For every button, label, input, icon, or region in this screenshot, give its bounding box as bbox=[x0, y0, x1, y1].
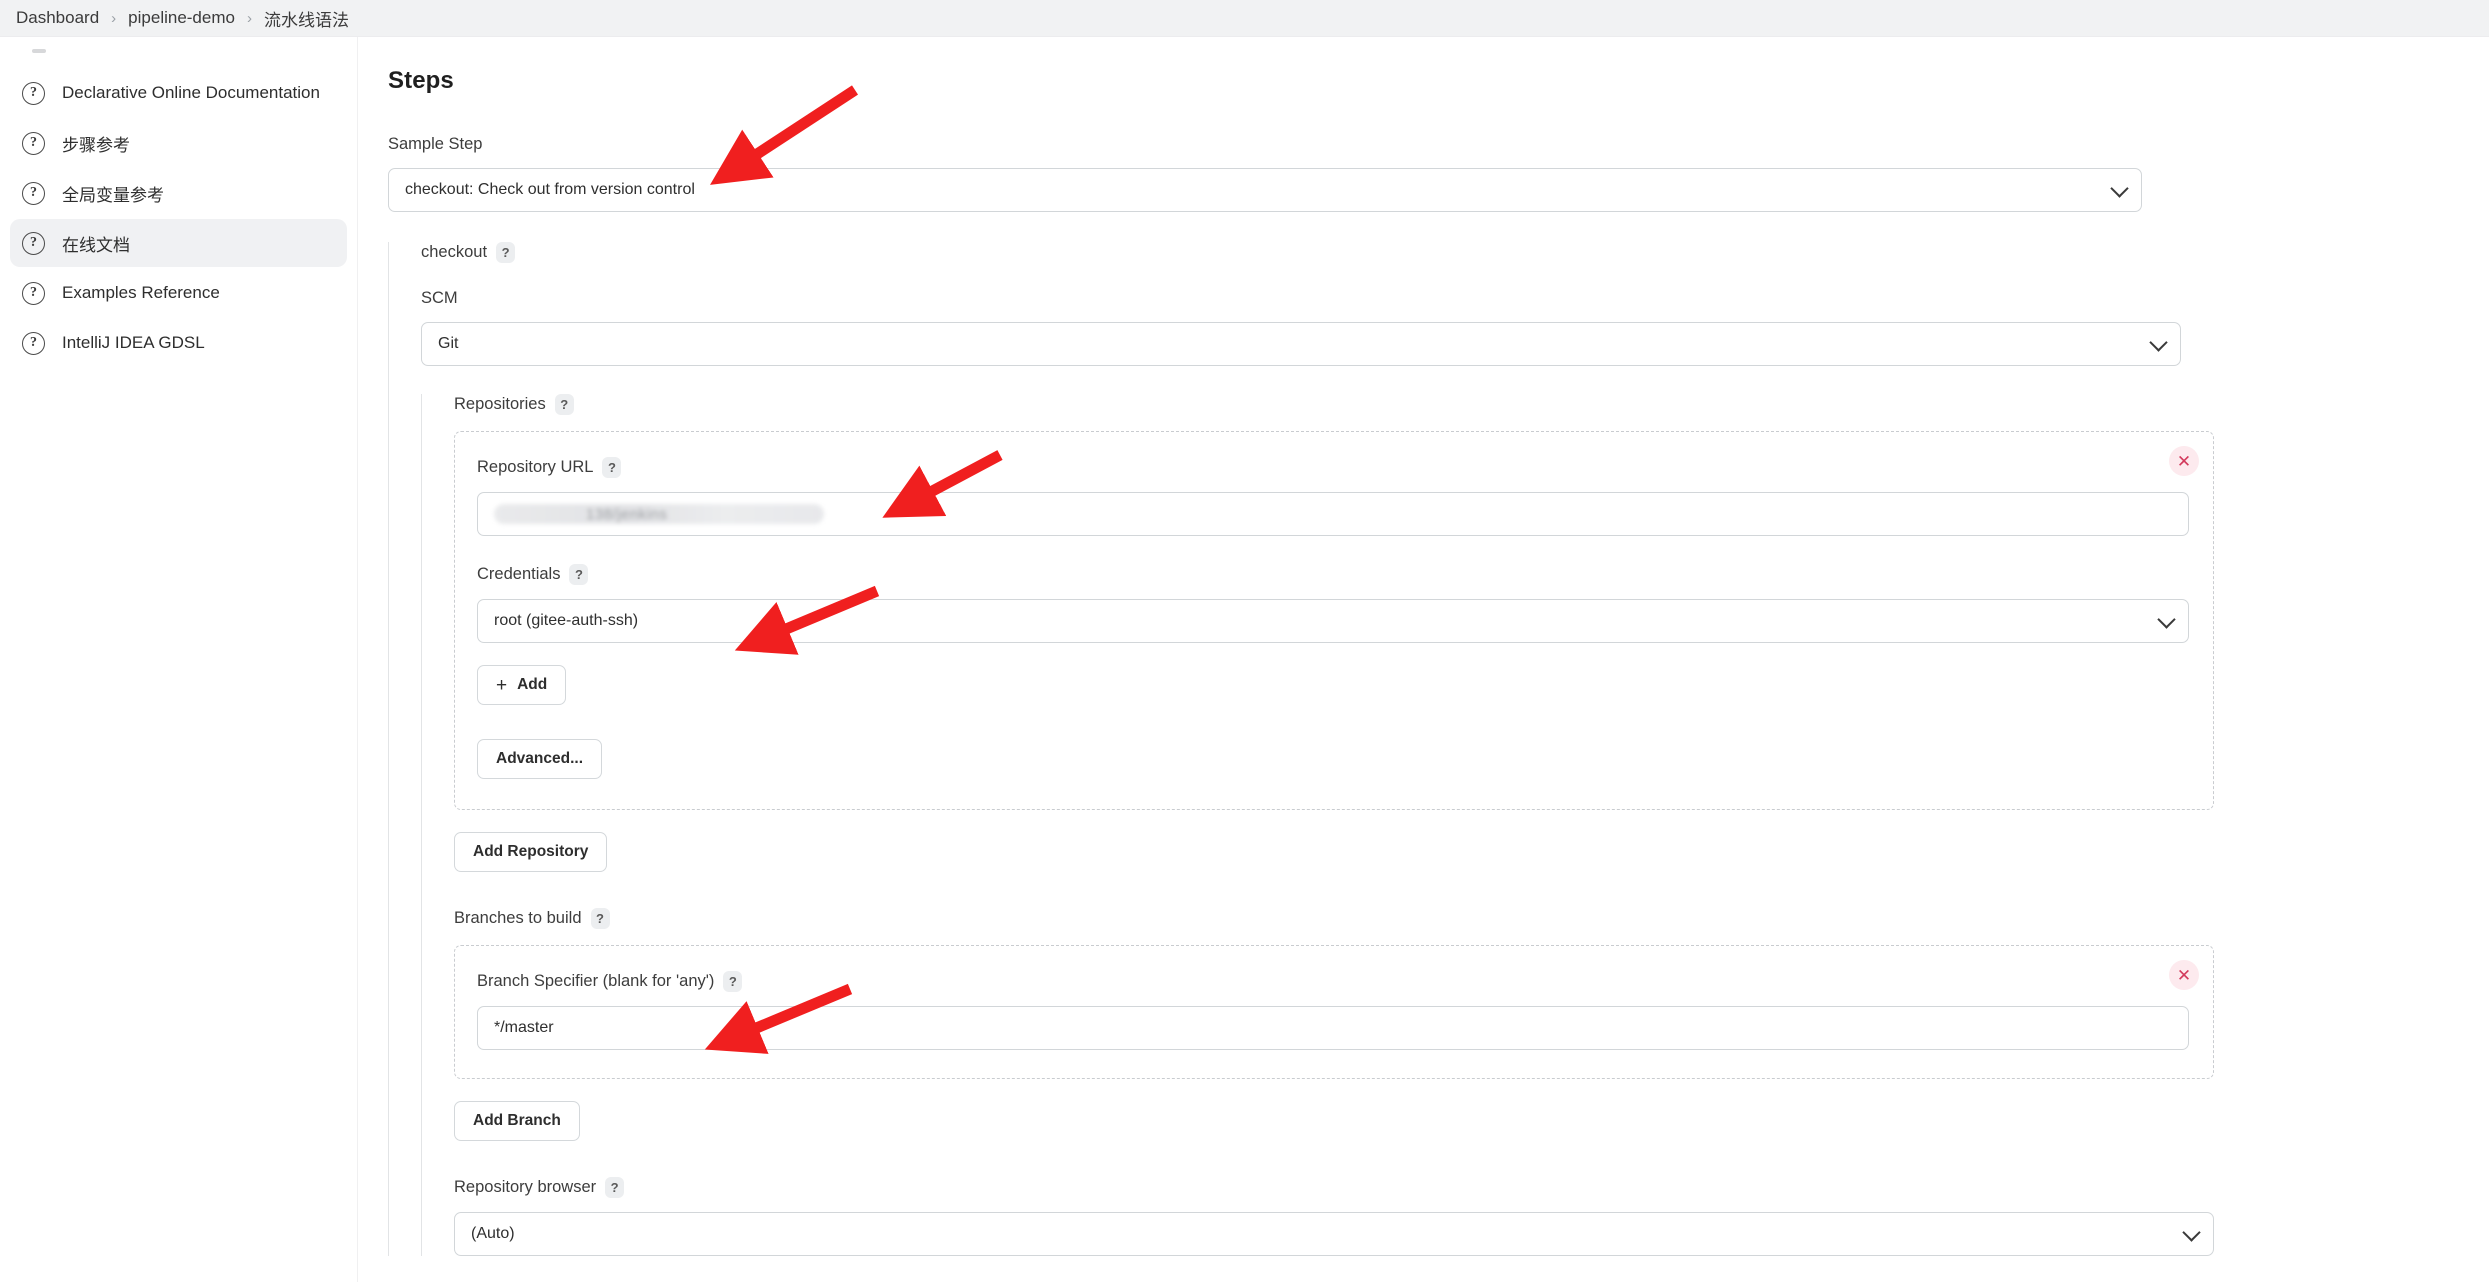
close-icon: ✕ bbox=[2176, 451, 2192, 471]
repository-url-input[interactable]: 138/jenkins bbox=[477, 492, 2189, 536]
sidebar-collapse-handle[interactable] bbox=[14, 45, 343, 67]
repositories-block: Repositories ? ✕ Repository URL ? 138/je… bbox=[421, 394, 2489, 1256]
checkout-block: checkout ? SCM Git Repositories ? ✕ Repo… bbox=[388, 242, 2489, 1256]
scm-select[interactable]: Git bbox=[421, 322, 2181, 366]
sidebar-item-global-variable-reference[interactable]: ? 全局变量参考 bbox=[10, 169, 347, 217]
help-icon[interactable]: ? bbox=[723, 971, 743, 992]
help-icon[interactable]: ? bbox=[605, 1177, 625, 1198]
branch-card: ✕ Branch Specifier (blank for 'any') ? *… bbox=[454, 945, 2214, 1079]
help-circle-icon: ? bbox=[22, 81, 45, 105]
repositories-label: Repositories ? bbox=[454, 394, 2489, 415]
add-credentials-button[interactable]: + Add bbox=[477, 665, 567, 705]
repository-browser-label: Repository browser ? bbox=[454, 1177, 2489, 1198]
checkout-label-text: checkout bbox=[421, 243, 488, 261]
help-circle-icon: ? bbox=[22, 231, 45, 255]
breadcrumb-item-dashboard[interactable]: Dashboard bbox=[8, 8, 107, 28]
advanced-label: Advanced... bbox=[496, 750, 583, 767]
add-credentials-label: Add bbox=[517, 676, 548, 693]
scm-label-text: SCM bbox=[421, 289, 458, 307]
checkout-label: checkout ? bbox=[421, 242, 2489, 263]
help-circle-icon: ? bbox=[22, 131, 45, 155]
credentials-label-text: Credentials bbox=[477, 565, 561, 583]
repository-url-label-text: Repository URL bbox=[477, 458, 594, 476]
add-branch-button[interactable]: Add Branch bbox=[454, 1101, 580, 1141]
help-circle-icon: ? bbox=[22, 281, 45, 305]
help-icon[interactable]: ? bbox=[496, 242, 516, 263]
sidebar-item-examples-reference[interactable]: ? Examples Reference bbox=[10, 269, 347, 317]
chevron-down-icon bbox=[2110, 179, 2129, 198]
help-icon[interactable]: ? bbox=[569, 564, 589, 585]
branches-to-build-label-text: Branches to build bbox=[454, 909, 582, 927]
sidebar-item-label: 步骤参考 bbox=[62, 135, 130, 155]
close-icon: ✕ bbox=[2176, 965, 2192, 985]
chevron-down-icon bbox=[2149, 333, 2168, 352]
repositories-label-text: Repositories bbox=[454, 395, 546, 413]
breadcrumb-item-pipeline-syntax[interactable]: 流水线语法 bbox=[256, 6, 357, 31]
repository-url-value: 138/jenkins bbox=[586, 505, 668, 523]
repository-card: ✕ Repository URL ? 138/jenkins Credentia… bbox=[454, 431, 2214, 810]
credentials-label: Credentials ? bbox=[477, 564, 2185, 585]
repository-url-label: Repository URL ? bbox=[477, 457, 2185, 478]
advanced-button[interactable]: Advanced... bbox=[477, 739, 602, 779]
credentials-select[interactable]: root (gitee-auth-ssh) bbox=[477, 599, 2189, 643]
branch-specifier-label-text: Branch Specifier (blank for 'any') bbox=[477, 972, 715, 990]
help-circle-icon: ? bbox=[22, 181, 45, 205]
sidebar-item-label: IntelliJ IDEA GDSL bbox=[62, 333, 205, 352]
breadcrumb-item-pipeline-demo[interactable]: pipeline-demo bbox=[120, 8, 243, 28]
chevron-down-icon bbox=[2182, 1223, 2201, 1242]
sample-step-select[interactable]: checkout: Check out from version control bbox=[388, 168, 2142, 212]
breadcrumb-separator-icon: › bbox=[111, 9, 117, 27]
scm-value: Git bbox=[438, 335, 459, 352]
breadcrumb-separator-icon: › bbox=[246, 9, 252, 27]
sidebar-item-label: Declarative Online Documentation bbox=[62, 83, 320, 102]
repository-browser-select[interactable]: (Auto) bbox=[454, 1212, 2214, 1256]
help-circle-icon: ? bbox=[22, 331, 45, 355]
add-repository-button[interactable]: Add Repository bbox=[454, 832, 608, 872]
sidebar-item-declarative-online-documentation[interactable]: ? Declarative Online Documentation bbox=[10, 69, 347, 117]
add-branch-label: Add Branch bbox=[473, 1112, 561, 1129]
sample-step-value: checkout: Check out from version control bbox=[405, 181, 695, 198]
sample-step-label: Sample Step bbox=[388, 135, 2489, 154]
main-content: Steps Sample Step checkout: Check out fr… bbox=[358, 37, 2489, 1282]
chevron-down-icon bbox=[2157, 610, 2176, 629]
branch-specifier-label: Branch Specifier (blank for 'any') ? bbox=[477, 971, 2185, 992]
plus-icon: + bbox=[496, 674, 508, 696]
sample-step-label-text: Sample Step bbox=[388, 135, 483, 153]
repository-browser-label-text: Repository browser bbox=[454, 1178, 597, 1196]
repository-url-value-redacted: 138/jenkins bbox=[494, 503, 2172, 525]
delete-repository-button[interactable]: ✕ bbox=[2169, 446, 2199, 476]
sidebar: ? Declarative Online Documentation ? 步骤参… bbox=[0, 37, 358, 1282]
help-icon[interactable]: ? bbox=[590, 908, 610, 929]
help-icon[interactable]: ? bbox=[554, 394, 574, 415]
sidebar-item-label: 全局变量参考 bbox=[62, 185, 164, 205]
breadcrumb: Dashboard › pipeline-demo › 流水线语法 bbox=[0, 0, 2489, 37]
sidebar-item-label: 在线文档 bbox=[62, 235, 130, 255]
delete-branch-button[interactable]: ✕ bbox=[2169, 960, 2199, 990]
sidebar-item-step-reference[interactable]: ? 步骤参考 bbox=[10, 119, 347, 167]
page-title: Steps bbox=[388, 67, 454, 94]
help-icon[interactable]: ? bbox=[602, 457, 622, 478]
repository-browser-value: (Auto) bbox=[471, 1225, 515, 1242]
scm-label: SCM bbox=[421, 289, 2489, 308]
add-repository-label: Add Repository bbox=[473, 843, 589, 860]
sidebar-item-intellij-idea-gdsl[interactable]: ? IntelliJ IDEA GDSL bbox=[10, 319, 347, 367]
sidebar-item-online-documentation[interactable]: ? 在线文档 bbox=[10, 219, 347, 267]
branches-to-build-label: Branches to build ? bbox=[454, 908, 2489, 929]
credentials-value: root (gitee-auth-ssh) bbox=[494, 612, 639, 629]
sidebar-item-label: Examples Reference bbox=[62, 283, 220, 302]
branch-specifier-value: */master bbox=[494, 1019, 554, 1036]
branch-specifier-input[interactable]: */master bbox=[477, 1006, 2189, 1050]
